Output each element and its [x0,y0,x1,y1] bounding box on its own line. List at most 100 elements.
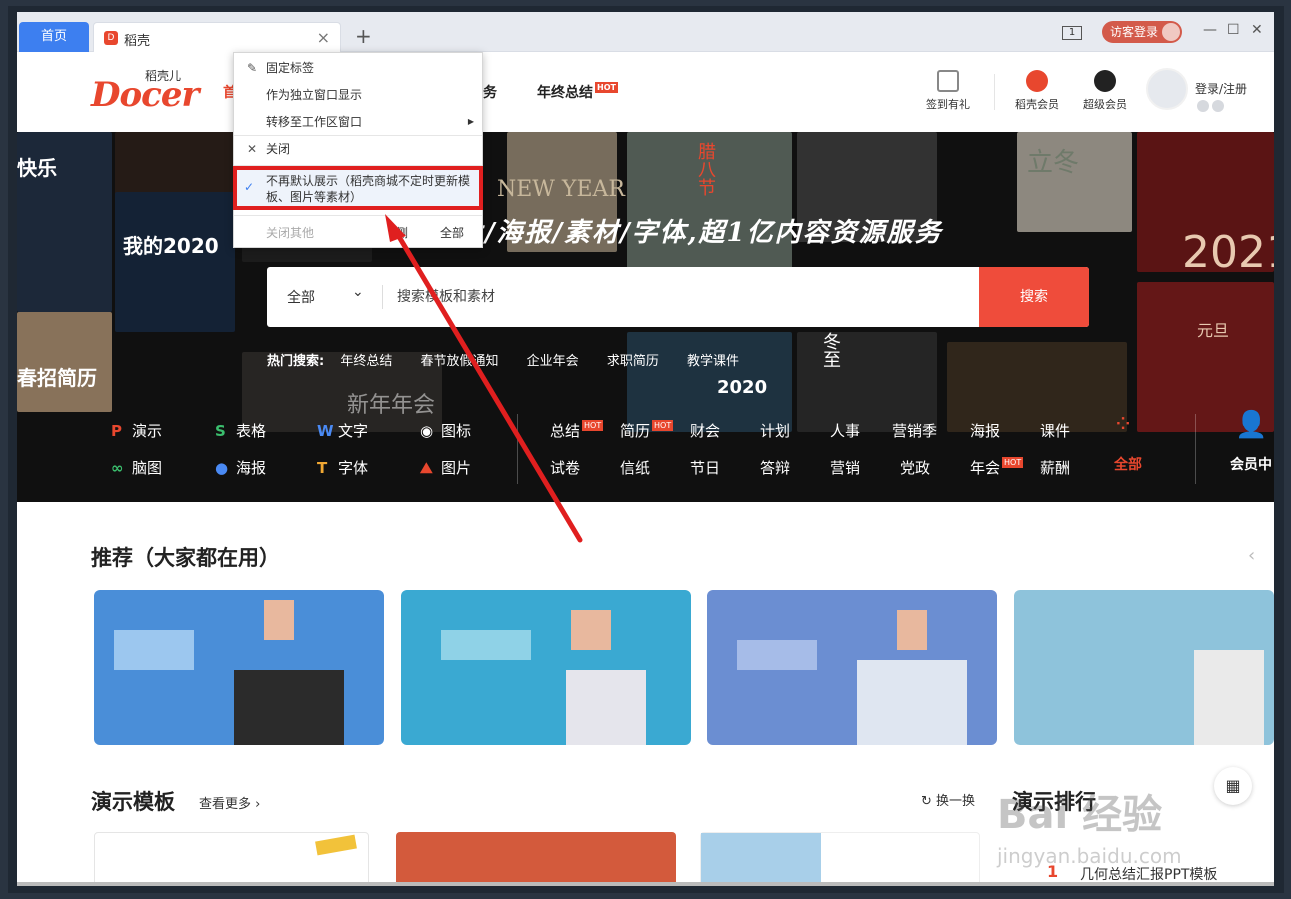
docer-member-button[interactable]: 稻壳会员 [1015,70,1059,112]
recommend-card[interactable] [1014,590,1274,745]
category-finance[interactable]: 财会 [690,420,720,441]
menu-close-others[interactable]: 关闭其他 [266,218,314,248]
refresh-label: 换一换 [936,794,976,809]
calendar-check-icon [937,70,959,92]
login-register-link[interactable]: 登录/注册 [1195,80,1247,97]
qr-code-icon[interactable]: ▦ [1214,767,1252,805]
search-button[interactable]: 搜索 [979,267,1089,327]
category-label: 图标 [441,422,472,440]
menu-label: 作为独立窗口显示 [266,88,363,102]
hot-search-term[interactable]: 年终总结 [340,354,392,369]
chevron-left-icon[interactable]: ‹ [1248,545,1255,566]
chevron-down-icon[interactable]: ⌄ [352,284,364,300]
category-salary[interactable]: 薪酬 [1040,457,1070,478]
category-resume[interactable]: 简历 HOT [620,420,674,441]
category-party[interactable]: 党政 [900,457,930,478]
docer-logo[interactable]: 稻壳儿 Docer [91,67,199,117]
icon-category-icon: ◉ [420,422,434,440]
tab-docer[interactable]: D 稻壳 × [93,22,341,53]
category-letter[interactable]: 信纸 [620,457,650,478]
category-festival[interactable]: 节日 [690,457,720,478]
recommend-card[interactable] [94,590,384,745]
menu-close-group: 关闭其他 侧 全部 [234,218,482,248]
tab-close-icon[interactable]: × [317,28,330,47]
category-marketing-season[interactable]: 营销季 [892,420,937,441]
hot-search-term[interactable]: 教学课件 [687,354,739,369]
pixelated-block [114,630,194,670]
see-more-label: 查看更多 [199,797,252,812]
super-member-button[interactable]: 超级会员 [1083,70,1127,112]
font-icon: T [317,459,328,477]
menu-move-workspace[interactable]: 转移至工作区窗口 ▶ [234,109,482,135]
category-label: 总结 [550,422,581,440]
baidu-watermark: Bai 经验 [997,792,1163,838]
menu-standalone-window[interactable]: 作为独立窗口显示 [234,82,482,108]
checkin-button[interactable]: 签到有礼 [926,70,970,112]
recommend-card[interactable] [401,590,691,745]
poster-text: 冬至 [820,332,841,368]
menu-close-all[interactable]: 全部 [440,218,464,248]
hot-search-term[interactable]: 春节放假通知 [421,354,499,369]
member-icon[interactable]: 👤 [1235,410,1267,440]
category-image[interactable]: ⛰ 图片 [420,457,471,478]
chevron-right-icon: › [255,797,261,812]
tab-home[interactable]: 首页 [19,22,89,52]
category-all[interactable]: 全部 [1114,454,1142,474]
category-plan[interactable]: 计划 [760,420,790,441]
nav-year-summary[interactable]: 年终总结 HOT [537,82,618,102]
hot-badge: HOT [595,82,618,93]
category-writer[interactable]: W 文字 [317,420,368,441]
window-ratio-icon[interactable]: 1 [1062,26,1082,40]
see-more-link[interactable]: 查看更多 › [199,793,260,812]
tab-label: 稻壳 [124,34,151,49]
template-card[interactable] [94,832,369,886]
category-exam[interactable]: 试卷 [550,457,580,478]
mindmap-icon: ∞ [111,459,124,477]
search-category-select[interactable]: 全部 [287,287,315,307]
refresh-button[interactable]: ↻ 换一换 [921,790,975,809]
hot-search-term[interactable]: 企业年会 [527,354,579,369]
new-tab-button[interactable]: + [355,24,372,48]
category-courseware[interactable]: 课件 [1040,420,1070,441]
category-sheet[interactable]: S 表格 [215,420,266,441]
category-poster[interactable]: 海报 [970,420,1000,441]
super-member-label: 超级会员 [1083,98,1127,111]
category-marketing[interactable]: 营销 [830,457,860,478]
docer-favicon-icon: D [104,31,118,45]
category-poster2[interactable]: ● 海报 [215,457,266,478]
grid-all-icon[interactable]: ⁘ [1113,410,1133,438]
close-window-button[interactable]: ✕ [1251,22,1263,38]
maximize-button[interactable]: ☐ [1227,22,1240,38]
header-divider [994,74,995,110]
search-input[interactable] [397,283,957,311]
category-icon[interactable]: ◉ 图标 [420,420,471,441]
writer-icon: W [317,422,334,440]
category-defense[interactable]: 答辩 [760,457,790,478]
category-hr[interactable]: 人事 [830,420,860,441]
hot-search-term[interactable]: 求职简历 [607,354,659,369]
nav-service[interactable]: 务 [483,82,497,102]
category-presentation[interactable]: P 演示 [111,420,162,441]
category-mindmap[interactable]: ∞ 脑图 [111,457,162,478]
category-font[interactable]: T 字体 [317,457,368,478]
category-annual-meeting[interactable]: 年会 HOT [970,457,1024,478]
logo-text: Docer [91,75,199,115]
menu-close-right[interactable]: 侧 [396,218,408,248]
horizontal-scrollbar[interactable] [17,882,1274,886]
category-label: 文字 [338,422,369,440]
template-card[interactable] [700,832,980,886]
menu-label: 转移至工作区窗口 [266,115,363,129]
member-center[interactable]: 会员中 [1230,454,1272,474]
template-card[interactable] [396,832,676,886]
menu-close[interactable]: ✕ 关闭 [234,136,482,162]
category-label: 年会 [970,459,1001,477]
recommend-card[interactable] [707,590,997,745]
user-avatar[interactable] [1146,68,1188,110]
menu-pin-tab[interactable]: ✎ 固定标签 [234,55,482,81]
menu-label: 固定标签 [266,61,315,75]
minimize-button[interactable]: — [1203,22,1217,38]
poster-text: 立冬 [1027,148,1080,178]
guest-login-button[interactable]: 访客登录 [1102,21,1182,43]
search-bar: 全部 ⌄ 搜索 [267,267,1089,327]
category-summary[interactable]: 总结 HOT [550,420,604,441]
